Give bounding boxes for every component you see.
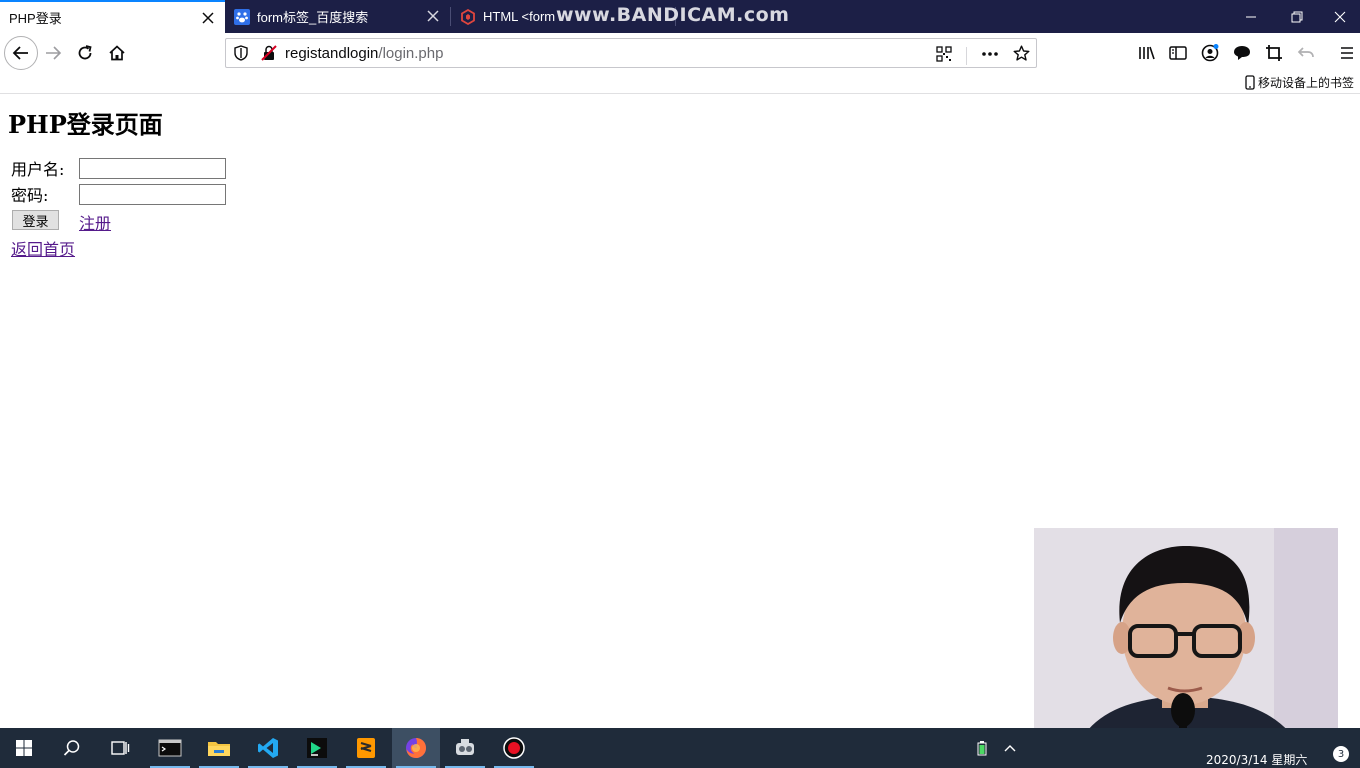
undo-icon <box>1297 47 1314 58</box>
search-button[interactable] <box>48 728 96 768</box>
page-title: PHP登录页面 <box>8 110 163 139</box>
chat-bubble-icon <box>1234 46 1250 60</box>
reload-icon <box>78 45 92 60</box>
taskbar-clock[interactable]: 2020/3/14 星期六 <box>1206 751 1307 768</box>
back-button[interactable] <box>4 36 38 70</box>
windows-taskbar <box>0 728 1360 768</box>
tracking-shield-icon[interactable] <box>233 45 249 61</box>
close-tab-icon[interactable] <box>426 9 440 23</box>
qr-code-icon[interactable] <box>936 45 952 66</box>
url-text[interactable]: registandlogin/login.php <box>285 45 443 62</box>
hamburger-menu-icon <box>1341 47 1353 59</box>
forward-arrow-icon <box>46 46 62 60</box>
url-actions <box>936 45 1030 66</box>
crop-icon <box>1266 45 1282 61</box>
bandicam-app[interactable] <box>490 728 538 768</box>
mobile-bookmarks[interactable]: 移动设备上的书签 <box>1245 74 1354 91</box>
task-view-icon <box>111 741 130 755</box>
sublime-text-app[interactable] <box>342 728 390 768</box>
tab-php-login[interactable]: PHP登录 <box>0 0 225 33</box>
account-button[interactable] <box>1200 43 1220 63</box>
bookmarks-toolbar: 移动设备上的书签 <box>0 73 1360 94</box>
presenter-video-image <box>1034 528 1338 754</box>
address-bar[interactable]: registandlogin/login.php <box>225 38 1037 68</box>
register-link[interactable]: 注册 <box>79 210 111 234</box>
back-arrow-icon <box>12 46 28 60</box>
start-button[interactable] <box>0 728 48 768</box>
account-icon <box>1201 44 1219 62</box>
screenshot-button[interactable] <box>1264 43 1284 63</box>
utility-app[interactable] <box>441 728 489 768</box>
home-icon <box>109 45 125 61</box>
firefox-icon <box>406 738 426 758</box>
notification-count-badge[interactable]: 3 <box>1333 746 1349 762</box>
username-label: 用户名: <box>11 160 65 179</box>
close-tab-icon[interactable] <box>201 11 215 25</box>
file-explorer-icon <box>208 742 230 756</box>
vscode-icon <box>258 738 278 758</box>
terminal-icon <box>158 739 182 757</box>
file-explorer-app[interactable] <box>195 728 243 768</box>
minimize-button[interactable] <box>1228 0 1274 33</box>
close-icon <box>1334 11 1346 22</box>
url-path: /login.php <box>378 44 444 62</box>
tab-title: HTML <form <box>483 9 556 24</box>
insecure-lock-icon[interactable] <box>261 45 277 61</box>
password-label: 密码: <box>11 186 49 205</box>
windows-start-icon <box>16 740 32 756</box>
bookmark-star-icon[interactable] <box>1013 45 1030 66</box>
tutorial-site-icon <box>460 8 476 25</box>
forward-button[interactable] <box>37 37 69 69</box>
task-view-button[interactable] <box>96 728 144 768</box>
url-host: registandlogin <box>285 44 379 62</box>
battery-tray[interactable] <box>972 728 992 768</box>
close-window-button[interactable] <box>1320 0 1360 33</box>
tab-baidu-search[interactable]: form标签_百度搜索 <box>225 0 450 33</box>
back-to-home-link[interactable]: 返回首页 <box>11 236 75 260</box>
sublime-icon <box>357 738 375 758</box>
login-button[interactable]: 登录 <box>12 210 59 230</box>
library-icon <box>1139 46 1155 60</box>
search-icon <box>63 740 80 756</box>
restore-icon <box>1291 11 1303 22</box>
username-row: 用户名: <box>11 156 226 180</box>
webcam-overlay <box>1034 528 1338 754</box>
url-divider <box>966 46 967 65</box>
sidebar-icon <box>1169 46 1187 60</box>
pycharm-icon <box>307 738 327 758</box>
tool-icon <box>456 739 474 755</box>
terminal-app[interactable] <box>146 728 194 768</box>
mobile-device-icon <box>1245 75 1255 90</box>
bandicam-watermark: www.BANDICAM.com <box>556 4 790 26</box>
home-button[interactable] <box>101 37 133 69</box>
library-button[interactable] <box>1137 43 1157 63</box>
battery-icon <box>977 741 987 756</box>
restore-button[interactable] <box>1274 0 1320 33</box>
password-input[interactable] <box>79 183 226 205</box>
password-row: 密码: <box>11 182 226 206</box>
pycharm-app[interactable] <box>293 728 341 768</box>
navigation-toolbar: registandlogin/login.php <box>0 33 1360 73</box>
sidebar-button[interactable] <box>1168 43 1188 63</box>
minimize-icon <box>1246 16 1256 17</box>
tab-title: PHP登录 <box>9 11 62 26</box>
baidu-paw-icon <box>234 8 250 25</box>
record-icon <box>503 737 525 759</box>
reload-button[interactable] <box>69 37 101 69</box>
page-actions-menu-icon[interactable] <box>981 46 999 66</box>
chat-extension-button[interactable] <box>1232 43 1252 63</box>
undo-button[interactable] <box>1296 43 1316 63</box>
chevron-up-icon <box>1004 745 1016 752</box>
tab-title: form标签_百度搜索 <box>257 10 369 25</box>
vscode-app[interactable] <box>244 728 292 768</box>
username-input[interactable] <box>79 157 226 179</box>
firefox-app[interactable] <box>392 728 440 768</box>
show-hidden-icons-button[interactable] <box>1000 728 1020 768</box>
tab-strip: PHP登录 form标签_百度搜索 HTML <form www.BANDICA… <box>0 0 1360 33</box>
mobile-bookmarks-label: 移动设备上的书签 <box>1257 76 1354 90</box>
menu-button[interactable] <box>1337 43 1357 63</box>
